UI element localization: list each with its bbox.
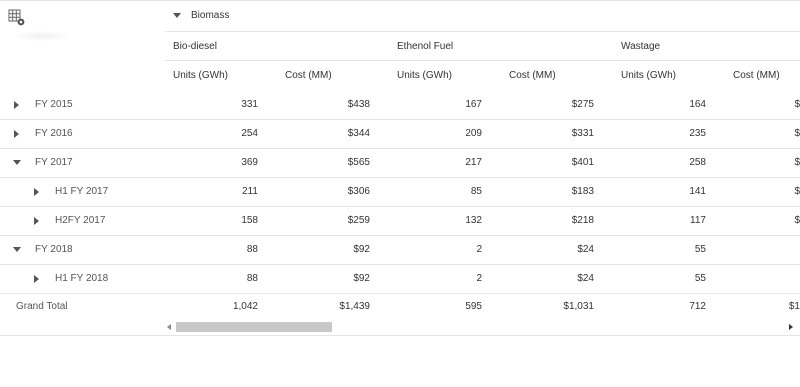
expand-row-icon[interactable] — [14, 101, 19, 109]
value-cell: 85 — [470, 186, 482, 197]
value-cell: $306 — [347, 186, 370, 197]
total-cell: 595 — [465, 301, 482, 312]
total-cell: $1,439 — [339, 301, 370, 312]
table-row: FY 2017 369 $565 217 $401 258 $ — [0, 148, 800, 177]
table-row: H1 FY 2018 88 $92 2 $24 55 — [0, 264, 800, 293]
measure-header[interactable]: Cost (MM) — [733, 70, 780, 81]
value-cell: 209 — [465, 128, 482, 139]
total-cell: $1 — [788, 301, 800, 312]
expand-row-icon[interactable] — [34, 217, 39, 225]
value-cell: $24 — [577, 244, 594, 255]
expand-row-icon[interactable] — [34, 188, 39, 196]
collapse-row-icon[interactable] — [13, 247, 21, 252]
total-cell: 712 — [689, 301, 706, 312]
measure-header[interactable]: Cost (MM) — [285, 70, 332, 81]
horizontal-scrollbar[interactable] — [165, 321, 800, 333]
scroll-right-icon[interactable] — [789, 324, 793, 330]
table-row: FY 2018 88 $92 2 $24 55 — [0, 235, 800, 264]
value-cell: 88 — [246, 273, 258, 284]
subgroup-header-biodiesel[interactable]: Bio-diesel — [173, 41, 217, 52]
table-row: H2FY 2017 158 $259 132 $218 117 $ — [0, 206, 800, 235]
row-header-label: FY 2016 — [35, 128, 73, 139]
row-header-label: H2FY 2017 — [55, 215, 106, 226]
value-cell: 2 — [476, 244, 482, 255]
expand-row-icon[interactable] — [34, 275, 39, 283]
value-cell: 55 — [694, 273, 706, 284]
total-cell: $1,031 — [563, 301, 594, 312]
value-cell: $ — [794, 99, 800, 110]
value-cell: 158 — [241, 215, 258, 226]
value-cell: 55 — [694, 244, 706, 255]
total-cell: 1,042 — [232, 301, 258, 312]
value-cell: $183 — [571, 186, 594, 197]
value-cell: $438 — [347, 99, 370, 110]
settings-shadow — [14, 31, 70, 41]
row-header-label: FY 2018 — [35, 244, 73, 255]
value-cell: 141 — [689, 186, 706, 197]
row-header-label: H1 FY 2017 — [55, 186, 109, 197]
value-cell: $331 — [571, 128, 594, 139]
grand-total-row: Grand Total 1,042 $1,439 595 $1,031 712 … — [0, 292, 800, 321]
measure-header[interactable]: Cost (MM) — [509, 70, 556, 81]
value-cell: 117 — [690, 215, 706, 226]
value-cell: $218 — [571, 215, 594, 226]
value-cell: 132 — [465, 215, 482, 226]
header-divider — [165, 60, 800, 61]
value-cell: $565 — [347, 157, 370, 168]
value-cell: 369 — [241, 157, 258, 168]
table-settings-icon[interactable] — [8, 9, 26, 27]
value-cell: $259 — [347, 215, 370, 226]
value-cell: 254 — [241, 128, 258, 139]
grand-total-label: Grand Total — [16, 301, 68, 312]
scrollbar-thumb[interactable] — [176, 322, 332, 332]
row-header-label: FY 2017 — [35, 157, 73, 168]
table-row: H1 FY 2017 211 $306 85 $183 141 $ — [0, 177, 800, 206]
value-cell: 235 — [689, 128, 706, 139]
measure-header[interactable]: Units (GWh) — [621, 70, 676, 81]
row-header-label: H1 FY 2018 — [55, 273, 109, 284]
value-cell: 331 — [241, 99, 258, 110]
subgroup-header-wastage[interactable]: Wastage — [621, 41, 660, 52]
subgroup-header-ethenol[interactable]: Ethenol Fuel — [397, 41, 453, 52]
expand-row-icon[interactable] — [14, 130, 19, 138]
value-cell: $ — [794, 186, 800, 197]
collapse-row-icon[interactable] — [13, 160, 21, 165]
value-cell: 211 — [242, 186, 258, 197]
value-cell — [702, 235, 800, 264]
value-cell: $ — [794, 128, 800, 139]
value-cell: $ — [794, 157, 800, 168]
value-cell: $ — [794, 215, 800, 226]
value-cell: $24 — [577, 273, 594, 284]
value-cell: $344 — [347, 128, 370, 139]
table-row: FY 2015 331 $438 167 $275 164 $ — [0, 90, 800, 119]
header-divider — [165, 31, 800, 32]
value-cell: 164 — [689, 99, 706, 110]
value-cell: 258 — [689, 157, 706, 168]
scroll-left-icon[interactable] — [167, 324, 171, 330]
row-header-label: FY 2015 — [35, 99, 73, 110]
grid-bottom-border — [0, 335, 800, 336]
pivot-grid: Biomass Bio-diesel Ethenol Fuel Wastage … — [0, 0, 800, 336]
value-cell: 88 — [246, 244, 258, 255]
table-row: FY 2016 254 $344 209 $331 235 $ — [0, 119, 800, 148]
value-cell: $92 — [353, 244, 370, 255]
value-cell: $275 — [571, 99, 594, 110]
biomass-expand-icon[interactable] — [173, 13, 181, 18]
column-header: Biomass Bio-diesel Ethenol Fuel Wastage … — [0, 1, 800, 89]
value-cell: $92 — [353, 273, 370, 284]
measure-header[interactable]: Units (GWh) — [397, 70, 452, 81]
value-cell: 217 — [465, 157, 482, 168]
value-cell — [702, 264, 800, 293]
value-cell: $401 — [571, 157, 594, 168]
group-header-biomass[interactable]: Biomass — [191, 10, 229, 21]
measure-header[interactable]: Units (GWh) — [173, 70, 228, 81]
value-cell: 167 — [465, 99, 482, 110]
value-cell: 2 — [476, 273, 482, 284]
